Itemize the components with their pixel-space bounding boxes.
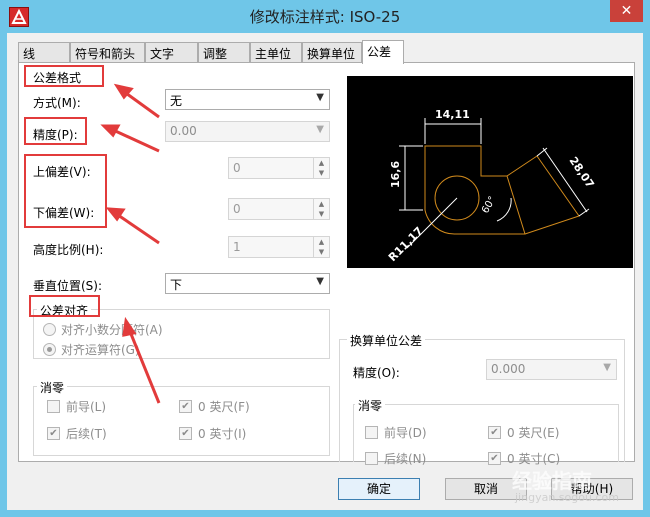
preview-dim-left: 16,6 [389,161,402,188]
tab-fit[interactable]: 调整 [198,42,250,63]
preview-dim-angle: 60° [480,195,498,216]
inches-label: 0 英寸(I) [198,427,247,441]
chevron-down-icon: ▼ [316,92,324,103]
dialog-window: 修改标注样式: ISO-25 ✕ 线 符号和箭头 文字 调整 主单位 换算单位 … [0,0,650,517]
tab-tolerances[interactable]: 公差 [362,40,404,64]
vertical-position-value: 下 [170,278,183,292]
alt-leading-checkbox[interactable] [365,426,378,439]
spin-up-icon[interactable]: ▲ [314,199,329,209]
alt-feet-checkbox[interactable]: ✔ [488,426,501,439]
preview-dim-diag: 28,07 [567,154,597,190]
height-scale-value: 1 [233,240,241,254]
chevron-down-icon: ▼ [316,276,324,287]
spin-up-icon[interactable]: ▲ [314,237,329,247]
alt-zero-suppression-title: 消零 [355,397,386,414]
alt-trailing-label: 后续(N) [384,452,427,466]
preview-dim-radius: R11,17 [386,224,426,264]
annotation-box-alignment [29,295,100,317]
spin-down-icon[interactable]: ▼ [314,209,329,219]
alt-precision-label: 精度(O): [353,366,400,380]
preview-dim-top: 14,11 [435,108,470,121]
dimension-preview: 14,11 16,6 28,07 60° R11,17 [347,76,633,268]
tab-primary-units[interactable]: 主单位 [250,42,302,63]
method-label: 方式(M): [33,96,81,110]
preview-drawing: 14,11 16,6 28,07 60° R11,17 [386,108,597,264]
alt-precision-value: 0.000 [491,362,526,376]
watermark-url: jingyan.sogou.com [515,491,619,504]
inches-checkbox[interactable]: ✔ [179,427,192,440]
leading-checkbox[interactable] [47,400,60,413]
alt-trailing-checkbox[interactable] [365,452,378,465]
tab-text[interactable]: 文字 [145,42,198,63]
align-decimal-label: 对齐小数分隔符(A) [61,323,163,337]
trailing-label: 后续(T) [66,427,107,441]
annotation-box-format [24,65,104,87]
close-button[interactable]: ✕ [610,0,643,22]
watermark-text: 经验指南 [512,469,592,493]
title-bar[interactable]: 修改标注样式: ISO-25 ✕ [0,0,650,33]
alt-feet-label: 0 英尺(E) [507,426,560,440]
tab-alternate-units[interactable]: 换算单位 [302,42,362,63]
precision-select[interactable]: 0.00 ▼ [165,121,330,142]
annotation-box-precision [24,117,87,145]
vertical-position-label: 垂直位置(S): [33,279,103,293]
alt-inches-checkbox[interactable]: ✔ [488,452,501,465]
spin-down-icon[interactable]: ▼ [314,247,329,257]
precision-value: 0.00 [170,124,197,138]
feet-label: 0 英尺(F) [198,400,250,414]
lower-value-stepper[interactable]: 0 ▲ ▼ [228,198,330,220]
spin-up-icon[interactable]: ▲ [314,158,329,168]
height-scale-stepper[interactable]: 1 ▲ ▼ [228,236,330,258]
spin-down-icon[interactable]: ▼ [314,168,329,178]
upper-value-stepper[interactable]: 0 ▲ ▼ [228,157,330,179]
ok-button[interactable]: 确定 [338,478,420,500]
upper-value: 0 [233,161,241,175]
align-operator-radio[interactable] [43,343,56,356]
chevron-down-icon: ▼ [316,124,324,135]
lower-value: 0 [233,202,241,216]
height-scale-label: 高度比例(H): [33,243,104,257]
zero-suppression-title: 消零 [37,379,68,396]
zero-suppression-group [33,386,330,456]
method-select[interactable]: 无 ▼ [165,89,330,110]
chevron-down-icon: ▼ [603,362,611,373]
leading-label: 前导(L) [66,400,107,414]
tab-lines[interactable]: 线 [18,42,70,63]
tab-symbols-arrows[interactable]: 符号和箭头 [70,42,145,63]
vertical-position-select[interactable]: 下 ▼ [165,273,330,294]
alt-precision-select[interactable]: 0.000 ▼ [486,359,617,380]
annotation-box-deviations [24,154,107,228]
method-value: 无 [170,94,183,108]
tolerances-panel: 公差格式 方式(M): 无 ▼ 精度(P): 0.00 ▼ 上偏差(V): 0 … [18,62,635,466]
trailing-checkbox[interactable]: ✔ [47,427,60,440]
align-decimal-radio[interactable] [43,323,56,336]
window-title: 修改标注样式: ISO-25 [249,8,401,26]
alt-tolerance-title: 换算单位公差 [347,332,426,349]
align-operator-label: 对齐运算符(G) [61,343,140,357]
alt-leading-label: 前导(D) [384,426,427,440]
feet-checkbox[interactable]: ✔ [179,400,192,413]
dialog-client-area: 线 符号和箭头 文字 调整 主单位 换算单位 公差 公差格式 方式(M): 无 … [7,33,643,510]
